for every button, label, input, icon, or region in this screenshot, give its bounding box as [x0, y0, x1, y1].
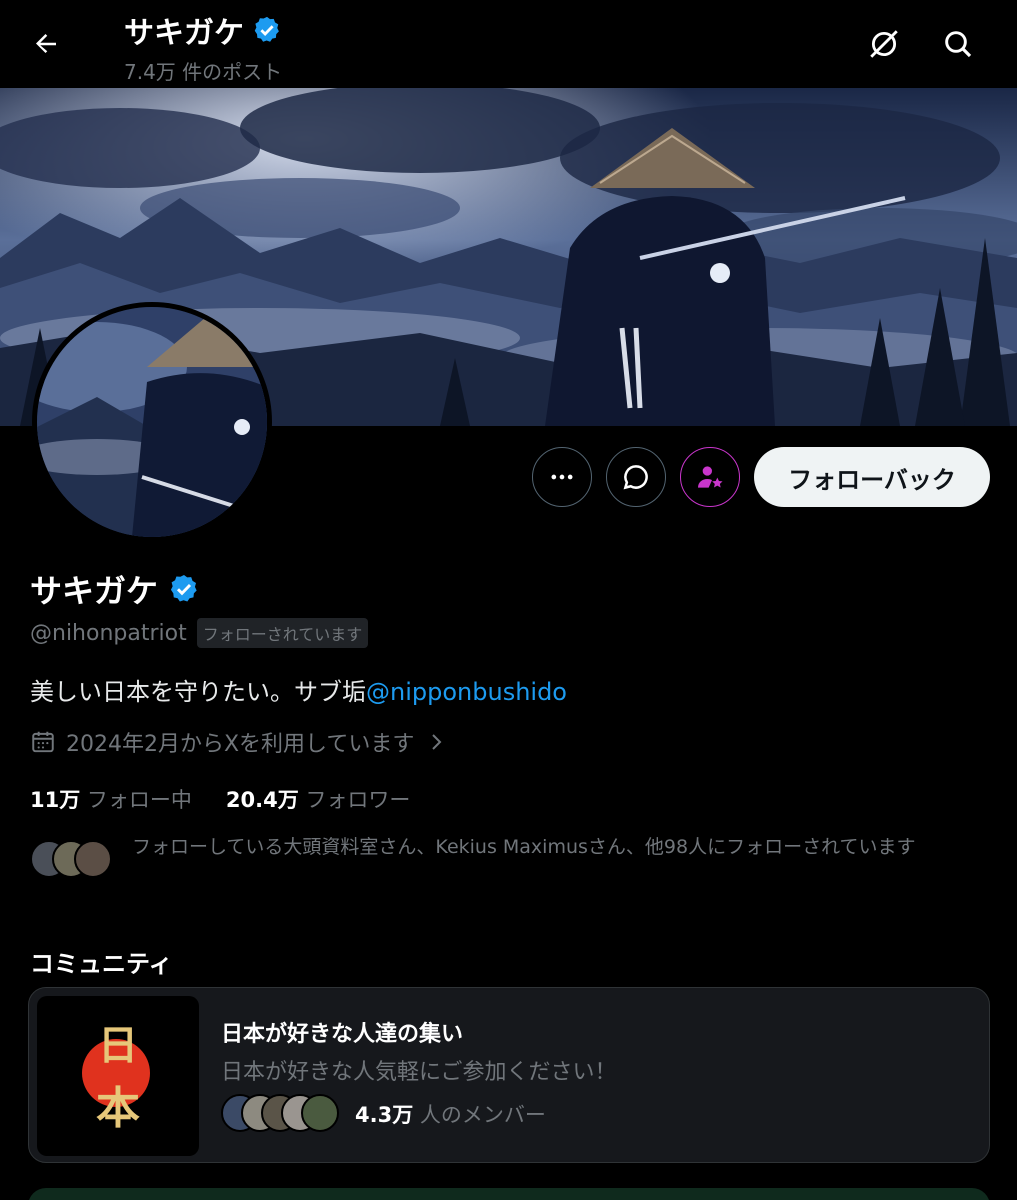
community-card[interactable]: 日 本 日本が好きな人達の集い 日本が好きな人気軽にご参加ください！ 4.3万 …: [28, 987, 990, 1163]
profile-bio: 美しい日本を守りたい。サブ垢@nipponbushido: [30, 672, 567, 707]
header-title: サキガケ: [124, 16, 244, 51]
thumb-text-bottom: 本: [96, 1083, 140, 1134]
follows-you-badge: フォローされています: [196, 618, 369, 648]
member-avatars: [221, 1094, 343, 1134]
following-label: フォロー中: [86, 788, 192, 812]
calendar-icon: [32, 731, 54, 753]
community-section-title: コミュニティ: [30, 950, 173, 978]
followed-by-text: フォローしている大頭資料室さん、Kekius Maximusさん、他98人にフォ…: [132, 836, 916, 858]
chevron-right-icon: [432, 734, 442, 750]
person-star-icon: [698, 466, 723, 488]
community-thumbnail: 日 本: [37, 996, 199, 1156]
grok-slash-icon: [870, 30, 898, 58]
search-button[interactable]: [938, 24, 978, 64]
avatar: [74, 840, 112, 878]
search-icon: [945, 31, 972, 58]
member-count-row: 4.3万 人のメンバー: [355, 1099, 546, 1129]
subscribe-button[interactable]: [680, 447, 740, 507]
followers-label: フォロワー: [305, 788, 411, 812]
followers-count: 20.4万: [225, 788, 299, 812]
more-dots-icon: [551, 474, 573, 480]
thumb-text-top: 日: [98, 1022, 138, 1069]
bio-mention-link[interactable]: @nipponbushido: [366, 678, 567, 706]
bio-text: 美しい日本を守りたい。サブ垢: [30, 678, 366, 706]
community-name: 日本が好きな人達の集い: [221, 1022, 464, 1047]
arrow-left-icon: [36, 34, 56, 53]
following-count: 11万: [30, 788, 81, 812]
followed-by-avatars: [30, 840, 112, 880]
follow-back-button[interactable]: フォローバック: [754, 447, 990, 507]
member-count: 4.3万: [355, 1103, 414, 1127]
joined-row[interactable]: 2024年2月からXを利用しています: [30, 726, 448, 758]
verified-badge-icon[interactable]: [168, 573, 200, 605]
message-button[interactable]: [606, 447, 666, 507]
profile-avatar[interactable]: [32, 302, 272, 542]
followers-stat[interactable]: 20.4万 フォロワー: [226, 784, 411, 814]
community-description: 日本が好きな人気軽にご参加ください！: [221, 1060, 617, 1085]
header-title-row: サキガケ: [124, 8, 282, 52]
more-button[interactable]: [532, 447, 592, 507]
next-card-peek: [28, 1188, 990, 1200]
profile-name: サキガケ: [30, 572, 159, 610]
community-members: 4.3万 人のメンバー: [221, 1094, 546, 1134]
joined-date: 2024年2月からXを利用しています: [66, 732, 415, 757]
follow-stats: 11万 フォロー中 20.4万 フォロワー: [30, 784, 410, 814]
avatar-image: [37, 307, 267, 537]
profile-name-row: サキガケ: [30, 566, 200, 612]
grok-button[interactable]: [864, 24, 904, 64]
following-stat[interactable]: 11万 フォロー中: [30, 784, 192, 814]
japan-flag-logo: 日 本: [82, 1022, 150, 1134]
profile-handle: @nihonpatriot: [30, 620, 187, 646]
handle-row: @nihonpatriot フォローされています: [30, 618, 369, 648]
back-button[interactable]: [26, 24, 66, 64]
verified-badge-icon: [254, 16, 279, 42]
avatar: [301, 1094, 339, 1132]
top-bar: サキガケ 7.4万 件のポスト: [0, 0, 1017, 88]
message-bubble-icon: [623, 465, 648, 490]
followed-by-row[interactable]: フォローしている大頭資料室さん、Kekius Maximusさん、他98人にフォ…: [30, 834, 990, 880]
post-count: 7.4万 件のポスト: [124, 60, 283, 84]
member-label: 人のメンバー: [419, 1103, 546, 1127]
